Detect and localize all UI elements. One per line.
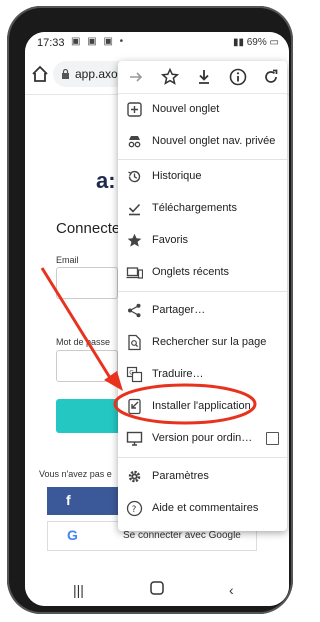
- home-icon[interactable]: [30, 64, 50, 84]
- email-label: Email: [56, 255, 79, 265]
- translate-icon: G: [126, 366, 143, 383]
- menu-divider: [118, 291, 287, 292]
- desktop-icon: [126, 431, 143, 446]
- password-field[interactable]: [56, 350, 118, 382]
- svg-text:?: ?: [132, 505, 137, 515]
- google-login-label: Se connecter avec Google: [123, 530, 241, 541]
- refresh-icon[interactable]: [261, 67, 281, 87]
- menu-item-label: Nouvel onglet: [152, 103, 220, 115]
- menu-item-history[interactable]: Historique: [118, 164, 287, 190]
- phone-frame: 17:33 ▣ ▣ ▣ • ▮▮ 69% ▭ app.axon a: Conne…: [7, 6, 293, 614]
- lock-icon: [62, 69, 69, 79]
- menu-item-label: Historique: [152, 170, 202, 182]
- login-heading: Connecte: [56, 220, 121, 237]
- download-icon[interactable]: [194, 67, 214, 87]
- facebook-icon: f: [66, 492, 71, 508]
- bookmark-star-icon[interactable]: [160, 67, 180, 87]
- share-icon: [128, 303, 141, 318]
- incognito-icon: [128, 136, 141, 148]
- phone-screen: 17:33 ▣ ▣ ▣ • ▮▮ 69% ▭ app.axon a: Conne…: [25, 32, 289, 606]
- menu-item-label: Installer l'application: [152, 400, 251, 412]
- devices-icon: [126, 267, 143, 279]
- install-app-icon: [128, 398, 141, 415]
- menu-item-label: Rechercher sur la page: [152, 336, 267, 348]
- menu-item-label: Aide et commentaires: [152, 502, 259, 514]
- signal-icon: ▮▮: [232, 37, 247, 48]
- site-logo: a:: [96, 168, 116, 193]
- menu-item-label: Version pour ordin…: [152, 432, 253, 444]
- menu-divider: [118, 159, 287, 160]
- battery-icon: ▭: [269, 37, 279, 48]
- menu-divider: [118, 457, 287, 458]
- plus-square-icon: [127, 102, 142, 117]
- menu-item-find-in-page[interactable]: Rechercher sur la page: [118, 330, 287, 356]
- help-icon: ?: [126, 500, 143, 517]
- forward-icon[interactable]: [126, 67, 146, 87]
- menu-item-recent-tabs[interactable]: Onglets récents: [118, 260, 287, 286]
- info-icon[interactable]: [228, 67, 248, 87]
- menu-item-label: Traduire…: [152, 368, 204, 380]
- menu-item-share[interactable]: Partager…: [118, 298, 287, 324]
- menu-toolbar: [118, 61, 287, 94]
- desktop-site-checkbox[interactable]: [266, 432, 279, 445]
- no-account-text: Vous n'avez pas e: [39, 469, 112, 479]
- downloads-icon: [128, 203, 141, 216]
- menu-item-label: Nouvel onglet nav. privée: [152, 135, 276, 147]
- google-icon: G: [67, 527, 78, 543]
- status-time: 17:33: [37, 37, 65, 49]
- menu-item-label: Partager…: [152, 304, 206, 316]
- email-field[interactable]: [56, 267, 118, 299]
- menu-item-new-tab[interactable]: Nouvel onglet: [118, 97, 287, 123]
- status-bar: 17:33 ▣ ▣ ▣ • ▮▮ 69% ▭: [25, 32, 289, 54]
- menu-item-incognito-tab[interactable]: Nouvel onglet nav. privée: [118, 129, 287, 155]
- star-icon: [127, 233, 142, 247]
- gear-icon: [128, 470, 141, 483]
- back-nav-icon[interactable]: ‹: [229, 582, 234, 598]
- menu-item-desktop-site[interactable]: Version pour ordin…: [118, 426, 287, 452]
- notification-icons: ▣ ▣ ▣ •: [71, 36, 126, 47]
- menu-item-help[interactable]: ? Aide et commentaires: [118, 496, 287, 522]
- svg-text:G: G: [129, 370, 134, 377]
- password-label: Mot de passe: [56, 337, 111, 347]
- menu-item-install-app[interactable]: Installer l'application: [118, 394, 287, 420]
- home-nav-icon[interactable]: [149, 580, 165, 599]
- history-icon: [128, 170, 141, 183]
- menu-item-label: Paramètres: [152, 470, 209, 482]
- android-nav-bar: ||| ‹: [25, 576, 289, 606]
- menu-item-settings[interactable]: Paramètres: [118, 464, 287, 490]
- url-text: app.axon: [75, 67, 125, 81]
- battery-percent: 69%: [246, 37, 267, 48]
- chrome-overflow-menu: Nouvel onglet Nouvel onglet nav. privée …: [118, 61, 287, 531]
- menu-item-label: Téléchargements: [152, 202, 237, 214]
- recent-apps-icon[interactable]: |||: [73, 582, 84, 598]
- menu-item-label: Favoris: [152, 234, 189, 246]
- menu-item-bookmarks[interactable]: Favoris: [118, 228, 287, 254]
- find-in-page-icon: [128, 334, 141, 351]
- menu-item-label: Onglets récents: [152, 266, 230, 278]
- menu-item-downloads[interactable]: Téléchargements: [118, 196, 287, 222]
- menu-item-translate[interactable]: G Traduire…: [118, 362, 287, 388]
- status-right: ▮▮ 69% ▭: [233, 37, 279, 48]
